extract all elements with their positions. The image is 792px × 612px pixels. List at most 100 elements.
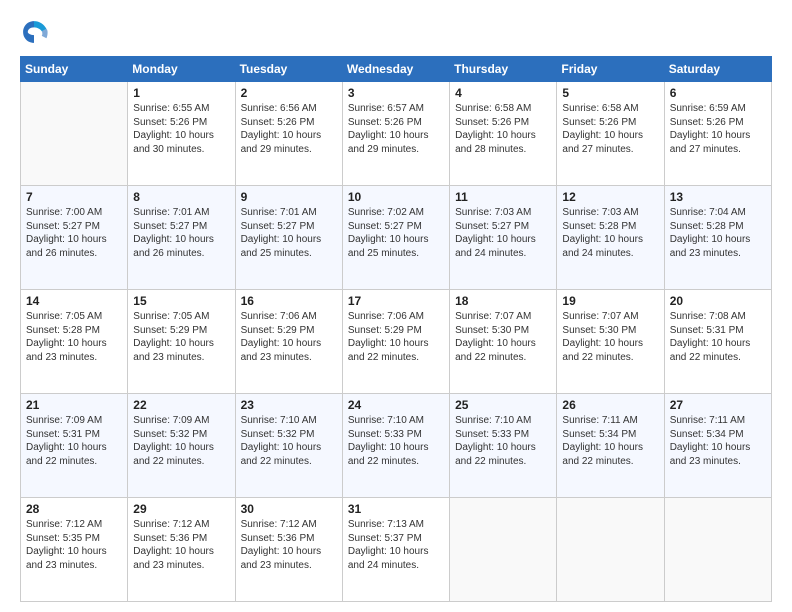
calendar-cell: 1 Sunrise: 6:55 AM Sunset: 5:26 PM Daylig… <box>128 82 235 186</box>
calendar-cell: 16 Sunrise: 7:06 AM Sunset: 5:29 PM Dayli… <box>235 290 342 394</box>
calendar-cell: 15 Sunrise: 7:05 AM Sunset: 5:29 PM Dayli… <box>128 290 235 394</box>
cell-info: Sunrise: 7:12 AM Sunset: 5:36 PM Dayligh… <box>241 518 337 572</box>
logo <box>20 18 52 46</box>
cell-info: Sunrise: 6:56 AM Sunset: 5:26 PM Dayligh… <box>241 102 337 156</box>
day-number: 27 <box>670 398 766 412</box>
day-number: 9 <box>241 190 337 204</box>
calendar-week-1: 7Sunrise: 7:00 AM Sunset: 5:27 PM Daylig… <box>21 186 772 290</box>
day-number: 2 <box>241 86 337 100</box>
cell-info: Sunrise: 7:09 AM Sunset: 5:32 PM Dayligh… <box>133 414 229 468</box>
calendar-cell: 8Sunrise: 7:01 AM Sunset: 5:27 PM Daylig… <box>128 186 235 290</box>
day-number: 10 <box>348 190 444 204</box>
calendar-cell: 11 Sunrise: 7:03 AM Sunset: 5:27 PM Dayli… <box>450 186 557 290</box>
calendar-cell: 14 Sunrise: 7:05 AM Sunset: 5:28 PM Dayli… <box>21 290 128 394</box>
day-number: 16 <box>241 294 337 308</box>
day-number: 26 <box>562 398 658 412</box>
calendar-cell: 7Sunrise: 7:00 AM Sunset: 5:27 PM Daylig… <box>21 186 128 290</box>
col-wednesday: Wednesday <box>342 57 449 82</box>
cell-info: Sunrise: 6:59 AM Sunset: 5:26 PM Dayligh… <box>670 102 766 156</box>
col-thursday: Thursday <box>450 57 557 82</box>
calendar-cell: 22 Sunrise: 7:09 AM Sunset: 5:32 PM Dayli… <box>128 394 235 498</box>
calendar-cell: 19 Sunrise: 7:07 AM Sunset: 5:30 PM Dayli… <box>557 290 664 394</box>
calendar-cell: 27 Sunrise: 7:11 AM Sunset: 5:34 PM Dayli… <box>664 394 771 498</box>
calendar-cell: 10 Sunrise: 7:02 AM Sunset: 5:27 PM Dayli… <box>342 186 449 290</box>
day-number: 23 <box>241 398 337 412</box>
day-number: 28 <box>26 502 122 516</box>
calendar-week-4: 28 Sunrise: 7:12 AM Sunset: 5:35 PM Dayli… <box>21 498 772 602</box>
calendar-cell: 23Sunrise: 7:10 AM Sunset: 5:32 PM Dayli… <box>235 394 342 498</box>
cell-info: Sunrise: 7:08 AM Sunset: 5:31 PM Dayligh… <box>670 310 766 364</box>
logo-icon <box>20 18 48 46</box>
calendar-cell: 17Sunrise: 7:06 AM Sunset: 5:29 PM Dayli… <box>342 290 449 394</box>
calendar-cell: 3Sunrise: 6:57 AM Sunset: 5:26 PM Daylig… <box>342 82 449 186</box>
day-number: 7 <box>26 190 122 204</box>
day-number: 13 <box>670 190 766 204</box>
cell-info: Sunrise: 7:10 AM Sunset: 5:33 PM Dayligh… <box>455 414 551 468</box>
day-number: 30 <box>241 502 337 516</box>
calendar-week-2: 14 Sunrise: 7:05 AM Sunset: 5:28 PM Dayli… <box>21 290 772 394</box>
calendar-cell: 6Sunrise: 6:59 AM Sunset: 5:26 PM Daylig… <box>664 82 771 186</box>
day-number: 19 <box>562 294 658 308</box>
col-sunday: Sunday <box>21 57 128 82</box>
calendar-cell: 30 Sunrise: 7:12 AM Sunset: 5:36 PM Dayli… <box>235 498 342 602</box>
calendar-week-3: 21 Sunrise: 7:09 AM Sunset: 5:31 PM Dayli… <box>21 394 772 498</box>
calendar-cell: 13 Sunrise: 7:04 AM Sunset: 5:28 PM Dayli… <box>664 186 771 290</box>
calendar-cell <box>664 498 771 602</box>
day-number: 8 <box>133 190 229 204</box>
page: Sunday Monday Tuesday Wednesday Thursday… <box>0 0 792 612</box>
cell-info: Sunrise: 6:58 AM Sunset: 5:26 PM Dayligh… <box>455 102 551 156</box>
calendar-cell: 26 Sunrise: 7:11 AM Sunset: 5:34 PM Dayli… <box>557 394 664 498</box>
calendar-table: Sunday Monday Tuesday Wednesday Thursday… <box>20 56 772 602</box>
day-number: 3 <box>348 86 444 100</box>
day-number: 12 <box>562 190 658 204</box>
day-number: 15 <box>133 294 229 308</box>
calendar-cell: 4 Sunrise: 6:58 AM Sunset: 5:26 PM Daylig… <box>450 82 557 186</box>
day-number: 22 <box>133 398 229 412</box>
header-row: Sunday Monday Tuesday Wednesday Thursday… <box>21 57 772 82</box>
col-friday: Friday <box>557 57 664 82</box>
day-number: 31 <box>348 502 444 516</box>
cell-info: Sunrise: 7:12 AM Sunset: 5:36 PM Dayligh… <box>133 518 229 572</box>
cell-info: Sunrise: 7:10 AM Sunset: 5:33 PM Dayligh… <box>348 414 444 468</box>
cell-info: Sunrise: 7:09 AM Sunset: 5:31 PM Dayligh… <box>26 414 122 468</box>
cell-info: Sunrise: 6:55 AM Sunset: 5:26 PM Dayligh… <box>133 102 229 156</box>
day-number: 1 <box>133 86 229 100</box>
day-number: 29 <box>133 502 229 516</box>
calendar-week-0: 1 Sunrise: 6:55 AM Sunset: 5:26 PM Daylig… <box>21 82 772 186</box>
calendar-header: Sunday Monday Tuesday Wednesday Thursday… <box>21 57 772 82</box>
calendar-cell: 28 Sunrise: 7:12 AM Sunset: 5:35 PM Dayli… <box>21 498 128 602</box>
col-monday: Monday <box>128 57 235 82</box>
cell-info: Sunrise: 7:11 AM Sunset: 5:34 PM Dayligh… <box>670 414 766 468</box>
cell-info: Sunrise: 7:06 AM Sunset: 5:29 PM Dayligh… <box>241 310 337 364</box>
day-number: 14 <box>26 294 122 308</box>
calendar-cell: 9 Sunrise: 7:01 AM Sunset: 5:27 PM Daylig… <box>235 186 342 290</box>
calendar-cell: 20Sunrise: 7:08 AM Sunset: 5:31 PM Dayli… <box>664 290 771 394</box>
calendar-cell: 25Sunrise: 7:10 AM Sunset: 5:33 PM Dayli… <box>450 394 557 498</box>
cell-info: Sunrise: 7:03 AM Sunset: 5:28 PM Dayligh… <box>562 206 658 260</box>
cell-info: Sunrise: 7:01 AM Sunset: 5:27 PM Dayligh… <box>241 206 337 260</box>
calendar-cell: 5 Sunrise: 6:58 AM Sunset: 5:26 PM Daylig… <box>557 82 664 186</box>
calendar-cell: 29 Sunrise: 7:12 AM Sunset: 5:36 PM Dayli… <box>128 498 235 602</box>
cell-info: Sunrise: 7:04 AM Sunset: 5:28 PM Dayligh… <box>670 206 766 260</box>
col-tuesday: Tuesday <box>235 57 342 82</box>
cell-info: Sunrise: 6:58 AM Sunset: 5:26 PM Dayligh… <box>562 102 658 156</box>
cell-info: Sunrise: 7:05 AM Sunset: 5:28 PM Dayligh… <box>26 310 122 364</box>
cell-info: Sunrise: 7:07 AM Sunset: 5:30 PM Dayligh… <box>455 310 551 364</box>
calendar-cell <box>21 82 128 186</box>
cell-info: Sunrise: 7:07 AM Sunset: 5:30 PM Dayligh… <box>562 310 658 364</box>
cell-info: Sunrise: 7:03 AM Sunset: 5:27 PM Dayligh… <box>455 206 551 260</box>
col-saturday: Saturday <box>664 57 771 82</box>
header <box>20 18 772 46</box>
cell-info: Sunrise: 7:02 AM Sunset: 5:27 PM Dayligh… <box>348 206 444 260</box>
day-number: 5 <box>562 86 658 100</box>
cell-info: Sunrise: 7:05 AM Sunset: 5:29 PM Dayligh… <box>133 310 229 364</box>
day-number: 21 <box>26 398 122 412</box>
day-number: 11 <box>455 190 551 204</box>
calendar-cell: 12 Sunrise: 7:03 AM Sunset: 5:28 PM Dayli… <box>557 186 664 290</box>
cell-info: Sunrise: 7:13 AM Sunset: 5:37 PM Dayligh… <box>348 518 444 572</box>
cell-info: Sunrise: 7:11 AM Sunset: 5:34 PM Dayligh… <box>562 414 658 468</box>
calendar-cell <box>450 498 557 602</box>
cell-info: Sunrise: 7:12 AM Sunset: 5:35 PM Dayligh… <box>26 518 122 572</box>
calendar-cell: 21 Sunrise: 7:09 AM Sunset: 5:31 PM Dayli… <box>21 394 128 498</box>
day-number: 4 <box>455 86 551 100</box>
